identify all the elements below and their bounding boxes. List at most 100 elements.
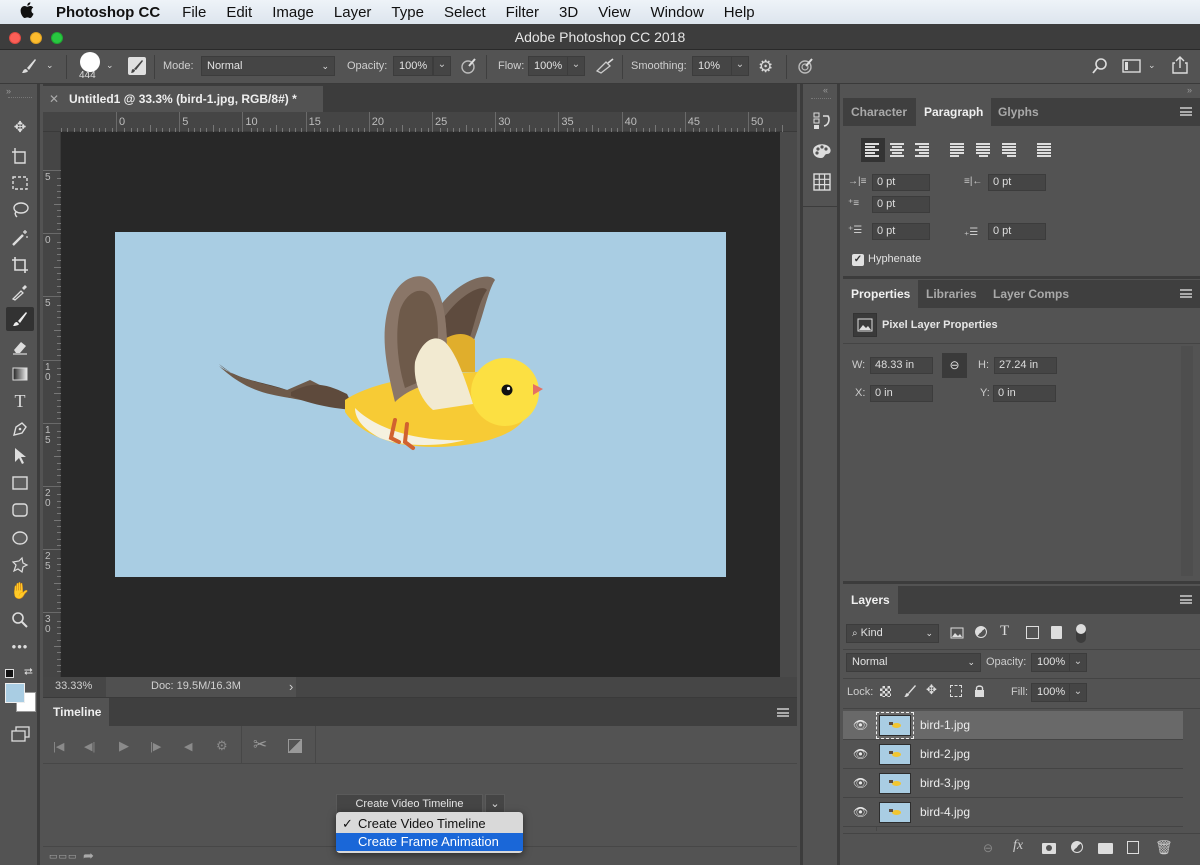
menu-select[interactable]: Select [444, 4, 486, 21]
visibility-eye-icon[interactable]: 👁 [853, 805, 868, 819]
layer-opacity-input[interactable]: 100% [1031, 653, 1070, 672]
lasso-tool-icon[interactable] [6, 198, 34, 222]
new-adjustment-layer-icon[interactable] [1071, 841, 1083, 853]
transition-icon[interactable] [288, 739, 302, 753]
brush-tool-icon[interactable] [6, 307, 34, 331]
indent-first-line-input[interactable]: 0 pt [872, 196, 930, 213]
doc-size-info[interactable]: Doc: 19.5M/16.3M [151, 680, 241, 692]
justify-last-right-icon[interactable] [1002, 143, 1016, 157]
filter-toggle-switch[interactable] [1076, 624, 1086, 643]
type-tool-icon[interactable]: T [6, 389, 34, 413]
swatches-palette-icon[interactable] [811, 142, 833, 163]
fill-dropdown[interactable]: ⌄ [1069, 683, 1087, 702]
blend-mode-select[interactable]: Normal ⌄ [846, 653, 981, 672]
convert-animation-icon[interactable]: ➦ [83, 848, 94, 864]
properties-panel-menu-icon[interactable] [1180, 289, 1192, 298]
new-group-folder-icon[interactable] [1098, 843, 1113, 854]
layer-name[interactable]: bird-2.jpg [920, 747, 970, 761]
close-tab-icon[interactable]: ✕ [49, 86, 59, 112]
split-scissors-icon[interactable]: ✂ [253, 735, 267, 755]
x-input[interactable]: 0 in [870, 385, 933, 402]
fill-input[interactable]: 100% [1031, 683, 1070, 702]
foreground-color-swatch[interactable] [5, 683, 25, 703]
layer-row-bird-2[interactable]: 👁 bird-2.jpg [843, 740, 1183, 769]
menu-app-name[interactable]: Photoshop CC [56, 4, 160, 21]
lock-artboard-icon[interactable] [950, 685, 962, 697]
swap-colors-icon[interactable]: ⮂ [24, 666, 33, 679]
pen-tool-icon[interactable] [6, 417, 34, 441]
history-panel-icon[interactable] [812, 111, 832, 134]
brush-preview-icon[interactable] [80, 52, 100, 72]
width-input[interactable]: 48.33 in [870, 357, 933, 374]
vertical-ruler[interactable]: 5 0 5 1 0 1 5 2 0 2 5 3 0 [43, 132, 61, 677]
filter-smart-object-icon[interactable] [1051, 626, 1062, 639]
next-frame-icon[interactable]: |▶ [150, 740, 161, 753]
grid-panel-icon[interactable] [812, 172, 832, 195]
layer-row-bird-4[interactable]: 👁 bird-4.jpg [843, 798, 1183, 827]
layer-filter-kind-select[interactable]: ⌕ Kind ⌄ [846, 624, 939, 643]
chevron-down-icon[interactable]: ⌄ [46, 60, 54, 71]
filter-shape-icon[interactable] [1026, 626, 1039, 639]
layer-opacity-dropdown[interactable]: ⌄ [1069, 653, 1087, 672]
visibility-eye-icon[interactable]: 👁 [853, 747, 868, 761]
smoothing-dropdown[interactable]: ⌄ [731, 56, 749, 76]
layer-row-bird-1[interactable]: 👁 bird-1.jpg [843, 711, 1183, 740]
custom-shape-tool-icon[interactable] [6, 553, 34, 577]
menu-3d[interactable]: 3D [559, 4, 578, 21]
lock-image-pixels-icon[interactable] [903, 684, 917, 701]
previous-frame-icon[interactable]: ◀| [84, 740, 95, 753]
menu-window[interactable]: Window [650, 4, 703, 21]
tab-layers[interactable]: Layers [843, 586, 898, 614]
create-video-timeline-button[interactable]: Create Video Timeline [336, 794, 483, 814]
tab-properties[interactable]: Properties [843, 280, 919, 308]
hand-tool-icon[interactable]: ✋ [6, 580, 34, 604]
collapse-toolbar-icon[interactable]: » [6, 86, 11, 96]
tab-paragraph[interactable]: Paragraph [916, 98, 992, 126]
menu-type[interactable]: Type [391, 4, 424, 21]
zoom-tool-icon[interactable] [6, 608, 34, 632]
layer-name[interactable]: bird-3.jpg [920, 776, 970, 790]
expand-dock-icon[interactable]: « [823, 85, 828, 95]
frame-view-icon[interactable]: ▭▭▭ [49, 851, 78, 862]
rounded-rectangle-tool-icon[interactable] [6, 498, 34, 522]
more-tools-icon[interactable]: ••• [6, 635, 34, 659]
chevron-down-icon[interactable]: ⌄ [106, 60, 114, 71]
filter-adjustment-icon[interactable] [975, 626, 987, 638]
collapse-panels-icon[interactable]: » [1187, 85, 1192, 95]
menu-layer[interactable]: Layer [334, 4, 372, 21]
search-icon[interactable] [1091, 57, 1109, 78]
play-icon[interactable]: ▶ [119, 738, 129, 754]
menu-edit[interactable]: Edit [226, 4, 252, 21]
pressure-size-icon[interactable] [797, 57, 815, 78]
layer-name[interactable]: bird-1.jpg [920, 718, 970, 732]
flow-dropdown[interactable]: ⌄ [567, 56, 585, 76]
menu-help[interactable]: Help [724, 4, 755, 21]
airbrush-icon[interactable] [594, 57, 616, 78]
layers-panel-menu-icon[interactable] [1180, 595, 1192, 604]
audio-icon[interactable]: ◀ [184, 740, 192, 753]
screen-mode-icon[interactable] [10, 725, 32, 746]
default-colors-icon[interactable] [5, 669, 14, 678]
mode-select[interactable]: Normal ⌄ [201, 56, 335, 76]
delete-layer-trash-icon[interactable]: 🗑 [1155, 839, 1173, 856]
menu-view[interactable]: View [598, 4, 630, 21]
chevron-down-icon[interactable]: ⌄ [1148, 60, 1156, 71]
add-mask-icon[interactable] [1042, 843, 1056, 854]
opacity-input[interactable]: 100% [393, 56, 433, 76]
tab-libraries[interactable]: Libraries [918, 280, 985, 308]
align-left-icon[interactable] [865, 143, 879, 157]
magic-wand-tool-icon[interactable] [6, 226, 34, 250]
eraser-tool-icon[interactable] [6, 335, 34, 359]
layer-style-fx-icon[interactable]: fx [1013, 838, 1023, 854]
menu-item-create-video-timeline[interactable]: ✓ Create Video Timeline [336, 815, 523, 833]
paragraph-panel-menu-icon[interactable] [1180, 107, 1192, 116]
share-icon[interactable] [1171, 55, 1189, 78]
ellipse-tool-icon[interactable] [6, 526, 34, 550]
space-before-input[interactable]: 0 pt [872, 223, 930, 240]
crop-tool-icon[interactable] [6, 253, 34, 277]
space-after-input[interactable]: 0 pt [988, 223, 1046, 240]
menu-image[interactable]: Image [272, 4, 314, 21]
vertical-scrollbar[interactable] [780, 132, 797, 677]
tab-glyphs[interactable]: Glyphs [990, 98, 1047, 126]
brush-tool-preset-icon[interactable] [20, 57, 38, 80]
